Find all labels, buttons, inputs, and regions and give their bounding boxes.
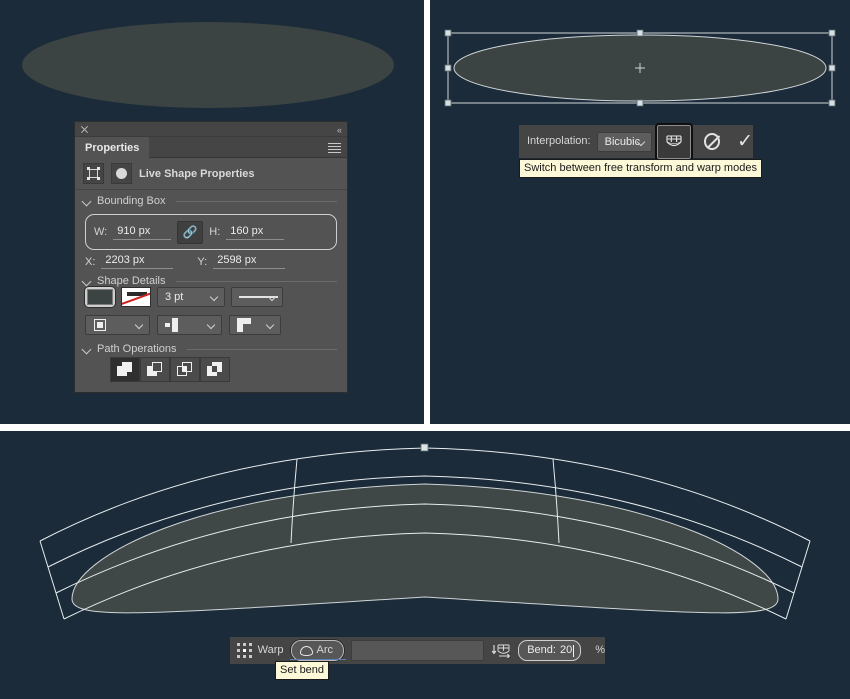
chevron-down-icon (208, 322, 215, 329)
x-input[interactable]: 2203 px (101, 254, 173, 269)
tab-properties-label: Properties (85, 142, 139, 154)
warp-mode-icon[interactable] (655, 123, 693, 161)
panel-tab-row: Properties (75, 137, 347, 158)
set-bend-tooltip: Set bend (275, 661, 329, 680)
width-input[interactable]: 910 px (113, 225, 171, 240)
text-cursor (573, 645, 574, 657)
height-input[interactable]: 160 px (226, 225, 284, 240)
horizontal-divider (0, 424, 850, 431)
free-transform-canvas: Interpolation: Bicubic ✓ Switch between … (430, 0, 850, 424)
bend-value: 20 (560, 645, 572, 656)
stroke-none-swatch[interactable] (121, 287, 151, 307)
stroke-cap-dropdown[interactable] (157, 315, 222, 335)
path-operation-buttons (110, 357, 230, 382)
chevron-down-icon[interactable] (83, 277, 91, 285)
panel-header: Live Shape Properties (75, 158, 347, 190)
section-path-operations[interactable]: Path Operations (75, 338, 347, 358)
chevron-down-icon (136, 322, 143, 329)
bend-label: Bend: (527, 645, 556, 656)
warp-options-bar[interactable]: Warp Arc Bend: (230, 637, 605, 664)
warp-style-value: Arc (317, 645, 334, 656)
chevron-down-icon (269, 294, 276, 301)
stroke-join-icon (237, 318, 251, 332)
section-rule (187, 349, 338, 350)
stroke-width-value: 3 pt (165, 291, 183, 303)
arc-icon (300, 646, 313, 656)
panel-titlebar: « (75, 122, 347, 137)
stroke-row-2 (85, 315, 337, 335)
intersect-shape-areas-button[interactable] (170, 357, 200, 382)
warp-handle (421, 444, 428, 451)
arc-warp-canvas: Warp Arc Bend: (0, 431, 850, 699)
screenshot-root: « Properties (0, 0, 850, 699)
stroke-align-icon (93, 318, 107, 332)
bend-input[interactable]: Bend: 20 (518, 640, 581, 661)
subtract-front-shape-button[interactable] (140, 357, 170, 382)
double-chevron-left-icon[interactable]: « (337, 126, 341, 135)
section-rule (176, 281, 338, 282)
stroke-join-dropdown[interactable] (229, 315, 281, 335)
section-shape-details-label: Shape Details (97, 275, 166, 287)
warp-style-dropdown[interactable]: Arc (291, 640, 345, 661)
wh-focus-group: W: 910 px 🔗 H: 160 px (85, 214, 337, 250)
chevron-down-icon (638, 139, 645, 146)
warp-label: Warp (258, 645, 284, 656)
warp-mode-tooltip: Switch between free transform and warp m… (519, 159, 762, 178)
chevron-down-icon[interactable] (83, 197, 91, 205)
warp-preset-dropdown[interactable] (351, 640, 484, 661)
chevron-down-icon (211, 294, 218, 301)
section-bounding-box[interactable]: Bounding Box (75, 190, 347, 210)
x-label: X: (85, 256, 95, 268)
y-label: Y: (197, 256, 207, 268)
stroke-width-dropdown[interactable]: 3 pt (157, 287, 225, 307)
stroke-align-dropdown[interactable] (85, 315, 150, 335)
reference-point-grid-icon[interactable] (237, 643, 251, 658)
bend-scrubby-underline (290, 659, 346, 660)
vertical-divider (424, 0, 430, 424)
live-shape-icon[interactable] (83, 163, 104, 184)
set-bend-tooltip-text: Set bend (280, 664, 324, 676)
warp-mode-tooltip-text: Switch between free transform and warp m… (524, 162, 757, 174)
chevron-down-icon[interactable] (83, 345, 91, 353)
section-bounding-box-label: Bounding Box (97, 195, 166, 207)
panel-menu-icon[interactable] (328, 143, 341, 152)
mask-disc-icon[interactable] (111, 163, 132, 184)
properties-panel[interactable]: « Properties (75, 122, 347, 392)
stroke-row-1: 3 pt (85, 287, 337, 307)
close-icon[interactable] (80, 125, 89, 134)
tab-properties[interactable]: Properties (75, 137, 149, 158)
link-chain-icon[interactable]: 🔗 (177, 221, 203, 244)
cancel-transform-icon[interactable] (704, 133, 720, 150)
stroke-cap-icon (165, 318, 179, 332)
change-warp-orientation-icon[interactable] (491, 643, 511, 658)
interpolation-label: Interpolation: (527, 136, 591, 147)
height-label: H: (209, 226, 220, 238)
chevron-down-icon (267, 322, 274, 329)
commit-transform-icon[interactable]: ✓ (737, 132, 753, 151)
stroke-style-dropdown[interactable] (231, 287, 283, 307)
section-path-operations-label: Path Operations (97, 343, 177, 355)
xy-row: X: 2203 px Y: 2598 px (85, 254, 337, 269)
interpolation-value: Bicubic (605, 136, 640, 148)
y-input[interactable]: 2598 px (213, 254, 285, 269)
transform-options-bar[interactable]: Interpolation: Bicubic ✓ (519, 125, 753, 158)
fill-color-swatch[interactable] (85, 287, 115, 307)
interpolation-dropdown[interactable]: Bicubic (597, 132, 653, 152)
transform-artwork[interactable] (430, 0, 850, 424)
combine-shapes-button[interactable] (110, 357, 140, 382)
exclude-overlapping-shapes-button[interactable] (200, 357, 230, 382)
plain-ellipse-canvas: « Properties (0, 0, 424, 424)
bend-unit: % (595, 645, 605, 656)
section-rule (176, 201, 338, 202)
page-title: Live Shape Properties (139, 168, 255, 180)
width-label: W: (94, 226, 107, 238)
